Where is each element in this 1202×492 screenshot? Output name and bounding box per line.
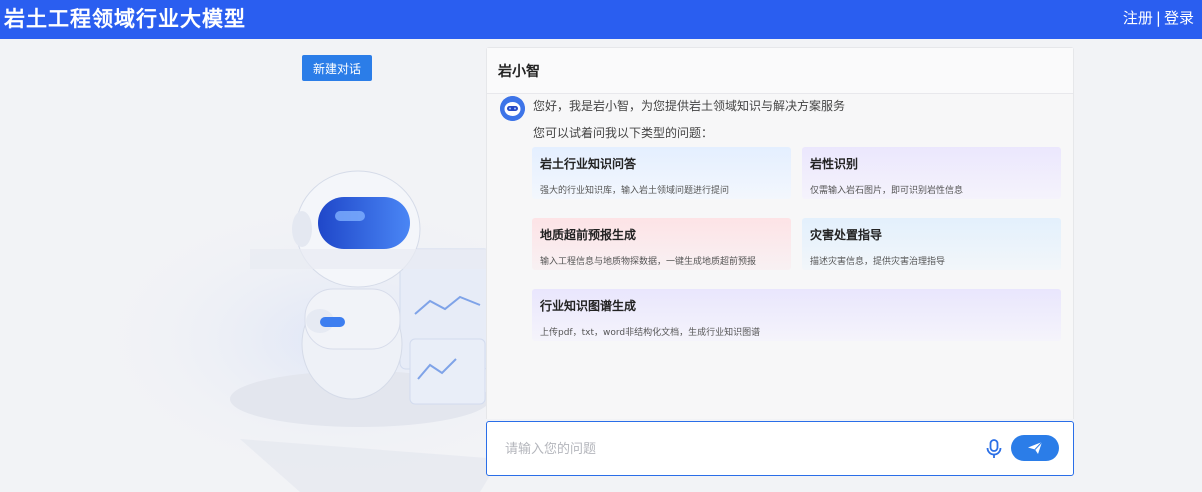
suggestion-card-disaster-guide[interactable]: 灾害处置指导 描述灾害信息，提供灾害治理指导 [802, 218, 1061, 270]
assistant-greeting: 您好，我是岩小智，为您提供岩土领域知识与解决方案服务 [533, 99, 846, 113]
send-icon [1028, 441, 1043, 454]
card-description: 描述灾害信息，提供灾害治理指导 [810, 257, 946, 267]
card-title: 行业知识图谱生成 [540, 299, 637, 313]
suggestion-card-knowledge-qa[interactable]: 岩土行业知识问答 强大的行业知识库，输入岩土领域问题进行提问 [532, 147, 791, 199]
question-input[interactable] [505, 437, 975, 461]
card-title: 灾害处置指导 [810, 228, 883, 242]
chat-panel: 岩小智 您好，我是岩小智，为您提供岩土领域知识与解决方案服务 您可以试着问我以下… [486, 47, 1074, 419]
card-description: 仅需输入岩石图片，即可识别岩性信息 [810, 186, 964, 196]
suggestion-card-lithology[interactable]: 岩性识别 仅需输入岩石图片，即可识别岩性信息 [802, 147, 1061, 199]
card-title: 岩土行业知识问答 [540, 157, 637, 171]
question-input-box [486, 421, 1074, 476]
app-title: 岩土工程领域行业大模型 [4, 7, 246, 31]
suggestion-card-knowledge-graph[interactable]: 行业知识图谱生成 上传pdf，txt，word非结构化文档，生成行业知识图谱 [532, 289, 1061, 341]
register-link[interactable]: 注册 [1123, 7, 1153, 28]
login-link[interactable]: 登录 [1164, 7, 1194, 28]
card-description: 上传pdf，txt，word非结构化文档，生成行业知识图谱 [540, 328, 761, 338]
chat-panel-title: 岩小智 [487, 48, 1073, 94]
top-bar: 岩土工程领域行业大模型 注册 | 登录 [0, 0, 1202, 39]
card-description: 强大的行业知识库，输入岩土领域问题进行提问 [540, 186, 730, 196]
suggestion-card-geology-forecast[interactable]: 地质超前预报生成 输入工程信息与地质物探数据，一键生成地质超前预报 [532, 218, 791, 270]
new-chat-button[interactable]: 新建对话 [302, 55, 372, 81]
card-description: 输入工程信息与地质物探数据，一键生成地质超前预报 [540, 257, 757, 267]
auth-links: 注册 | 登录 [1123, 7, 1194, 28]
assistant-avatar-icon [500, 96, 525, 121]
card-title: 地质超前预报生成 [540, 228, 637, 242]
card-title: 岩性识别 [810, 157, 859, 171]
auth-separator: | [1155, 8, 1161, 27]
assistant-hint: 您可以试着问我以下类型的问题： [533, 126, 714, 140]
send-button[interactable] [1011, 435, 1059, 461]
microphone-icon[interactable] [985, 438, 1003, 460]
